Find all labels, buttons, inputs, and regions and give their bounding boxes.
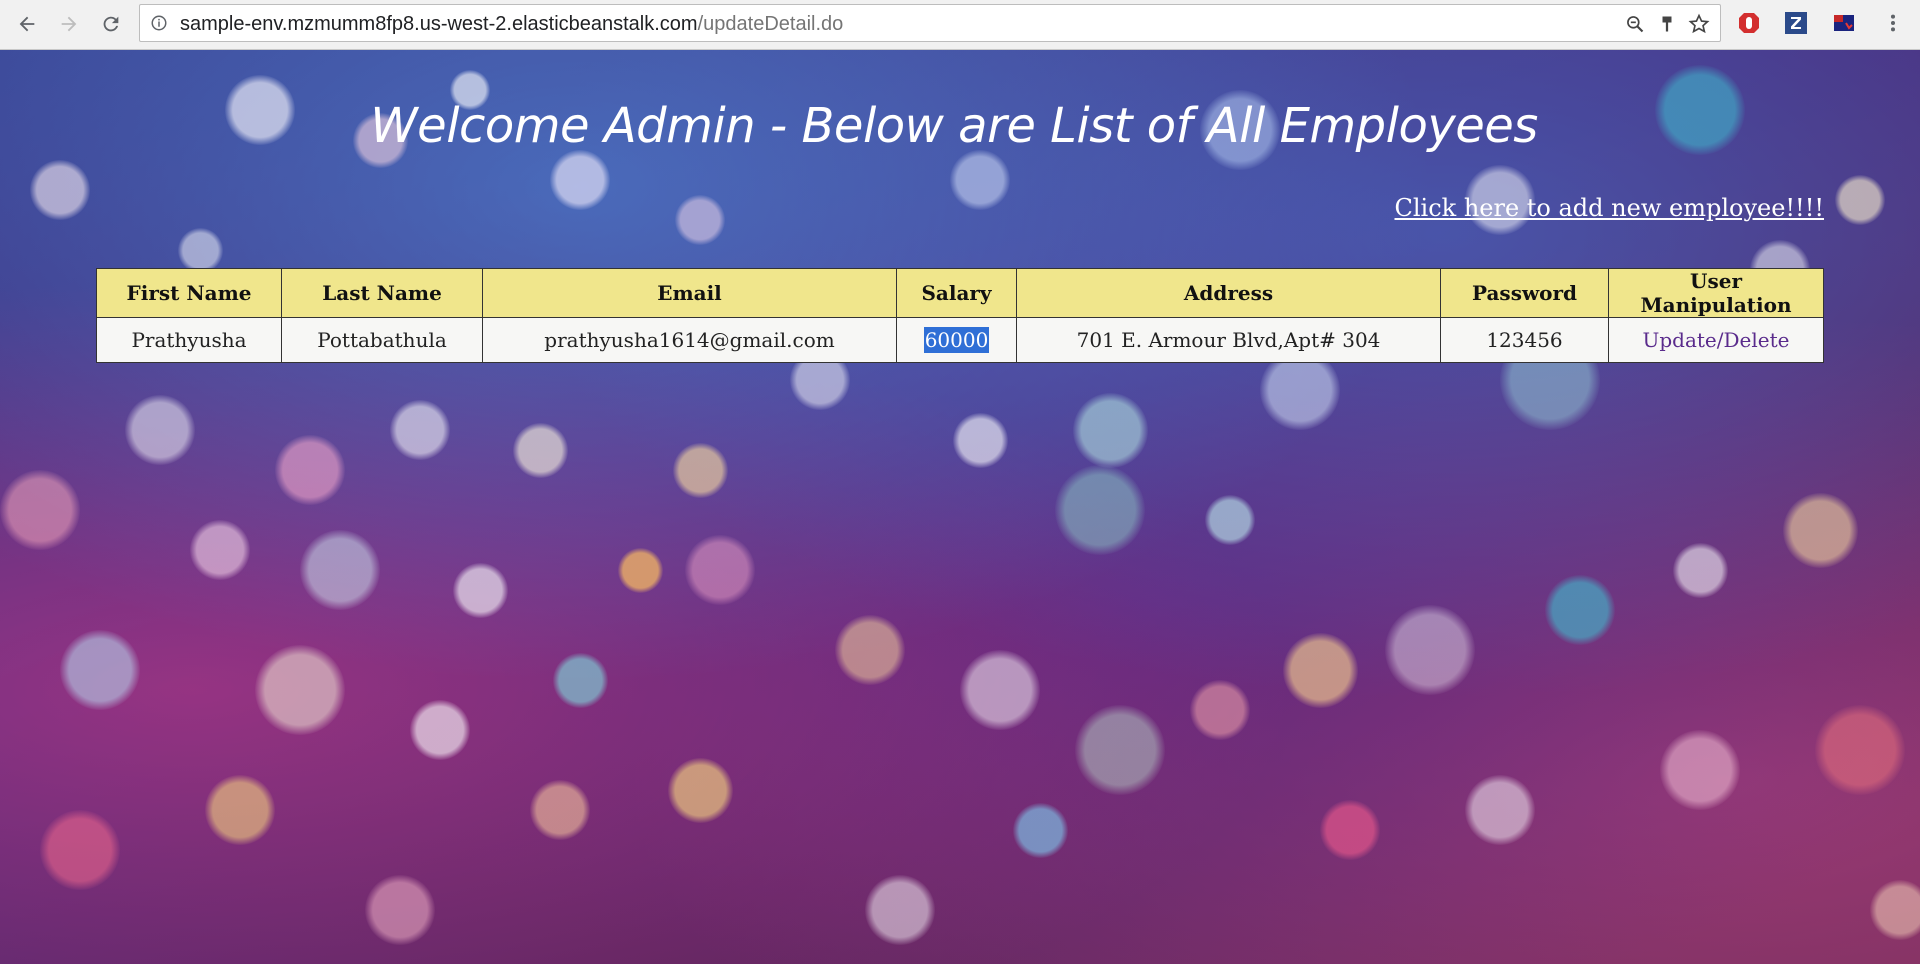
- browser-toolbar: sample-env.mzmumm8fp8.us-west-2.elasticb…: [0, 0, 1920, 50]
- bokeh-circle: [300, 530, 380, 610]
- table-header-row: First Name Last Name Email Salary Addres…: [96, 268, 1824, 318]
- bokeh-circle: [1870, 880, 1920, 940]
- cell-password: 123456: [1440, 317, 1609, 363]
- bokeh-circle: [255, 645, 345, 735]
- header-last-name: Last Name: [281, 268, 483, 318]
- address-bar[interactable]: sample-env.mzmumm8fp8.us-west-2.elasticb…: [139, 4, 1721, 42]
- bokeh-circle: [40, 810, 120, 890]
- reload-icon: [103, 16, 119, 32]
- adblock-icon: [1739, 13, 1759, 33]
- bokeh-circle: [1282, 632, 1358, 708]
- cell-last-name: Pottabathula: [281, 317, 483, 363]
- bokeh-circle: [1545, 575, 1615, 645]
- header-user-manipulation: User Manipulation: [1608, 268, 1824, 318]
- forward-icon: [61, 16, 77, 32]
- bokeh-circle: [205, 775, 275, 845]
- bokeh-circle: [30, 160, 90, 220]
- header-address: Address: [1016, 268, 1441, 318]
- bokeh-circle: [0, 470, 80, 550]
- header-password: Password: [1440, 268, 1609, 318]
- bokeh-circle: [512, 422, 568, 478]
- bokeh-circle: [1320, 800, 1380, 860]
- bokeh-circle: [390, 400, 450, 460]
- page-title: Welcome Admin - Below are List of All Em…: [370, 98, 1538, 154]
- header-email: Email: [482, 268, 897, 318]
- bokeh-circle: [125, 395, 195, 465]
- star-icon: [1688, 13, 1710, 34]
- bokeh-circle: [190, 520, 250, 580]
- bokeh-circle: [365, 875, 435, 945]
- bokeh-circle: [275, 435, 345, 505]
- page-body: Welcome Admin - Below are List of All Em…: [0, 50, 1920, 964]
- bokeh-circle: [960, 650, 1040, 730]
- bookmark-star-button[interactable]: [1688, 13, 1710, 35]
- adblock-extension-button[interactable]: [1736, 10, 1762, 36]
- z-extension-icon: [1785, 12, 1807, 34]
- bokeh-circle: [550, 150, 610, 210]
- cell-email: prathyusha1614@gmail.com: [482, 317, 897, 363]
- back-button[interactable]: [12, 9, 42, 39]
- bokeh-circle: [675, 195, 725, 245]
- bokeh-circle: [667, 757, 733, 823]
- header-salary: Salary: [896, 268, 1017, 318]
- bokeh-circle: [672, 442, 728, 498]
- url-host: sample-env.mzmumm8fp8.us-west-2.elasticb…: [180, 13, 698, 35]
- bokeh-circle: [1205, 495, 1255, 545]
- menu-icon: [1890, 14, 1896, 32]
- header-first-name: First Name: [96, 268, 282, 318]
- add-employee-link[interactable]: Click here to add new employee!!!!: [1394, 194, 1824, 222]
- bokeh-circle: [1465, 775, 1535, 845]
- bokeh-circle: [685, 535, 755, 605]
- browser-menu-button[interactable]: [1880, 10, 1906, 36]
- info-icon[interactable]: [150, 14, 168, 32]
- bokeh-circle: [835, 615, 905, 685]
- bokeh-circle: [1055, 465, 1145, 555]
- bokeh-circle: [552, 652, 608, 708]
- bokeh-circle: [1385, 605, 1475, 695]
- reload-button[interactable]: [96, 9, 126, 39]
- bokeh-circle: [177, 227, 223, 273]
- cell-action: Update/Delete: [1608, 317, 1824, 363]
- bokeh-circle: [1072, 392, 1148, 468]
- bokeh-circle: [410, 700, 470, 760]
- bokeh-circle: [530, 780, 590, 840]
- cell-address: 701 E. Armour Blvd,Apt# 304: [1016, 317, 1441, 363]
- back-icon: [19, 16, 35, 32]
- bokeh-circle: [952, 412, 1008, 468]
- url-path: /updateDetail.do: [697, 13, 844, 35]
- bokeh-circle: [1660, 730, 1740, 810]
- cell-first-name: Prathyusha: [96, 317, 282, 363]
- paintbrush-extension-icon: [1662, 16, 1672, 32]
- paintbrush-extension-button[interactable]: [1656, 13, 1678, 35]
- bokeh-circle: [452, 562, 508, 618]
- flag-extension-button[interactable]: [1831, 10, 1857, 36]
- update-delete-link[interactable]: Update/Delete: [1643, 328, 1790, 352]
- bokeh-circle: [950, 150, 1010, 210]
- bokeh-circle: [1835, 175, 1885, 225]
- bokeh-circle: [865, 875, 935, 945]
- selected-salary-text: 60000: [923, 327, 990, 353]
- z-extension-button[interactable]: [1783, 10, 1809, 36]
- bokeh-circle: [1672, 542, 1728, 598]
- zoom-button[interactable]: [1624, 13, 1646, 35]
- bokeh-circle: [60, 630, 140, 710]
- url-text[interactable]: sample-env.mzmumm8fp8.us-west-2.elasticb…: [180, 13, 843, 36]
- bokeh-circle: [1815, 705, 1905, 795]
- bokeh-circle: [1075, 705, 1165, 795]
- forward-button[interactable]: [54, 9, 84, 39]
- employee-table: First Name Last Name Email Salary Addres…: [96, 268, 1824, 363]
- zoom-icon: [1627, 16, 1644, 33]
- flag-extension-icon: [1834, 15, 1854, 31]
- bokeh-circle: [1190, 680, 1250, 740]
- bokeh-circle: [617, 547, 663, 593]
- cell-salary: 60000: [896, 317, 1017, 363]
- table-row: Prathyusha Pottabathula prathyusha1614@g…: [96, 317, 1824, 363]
- bokeh-circle: [1782, 492, 1858, 568]
- bokeh-circle: [1012, 802, 1068, 858]
